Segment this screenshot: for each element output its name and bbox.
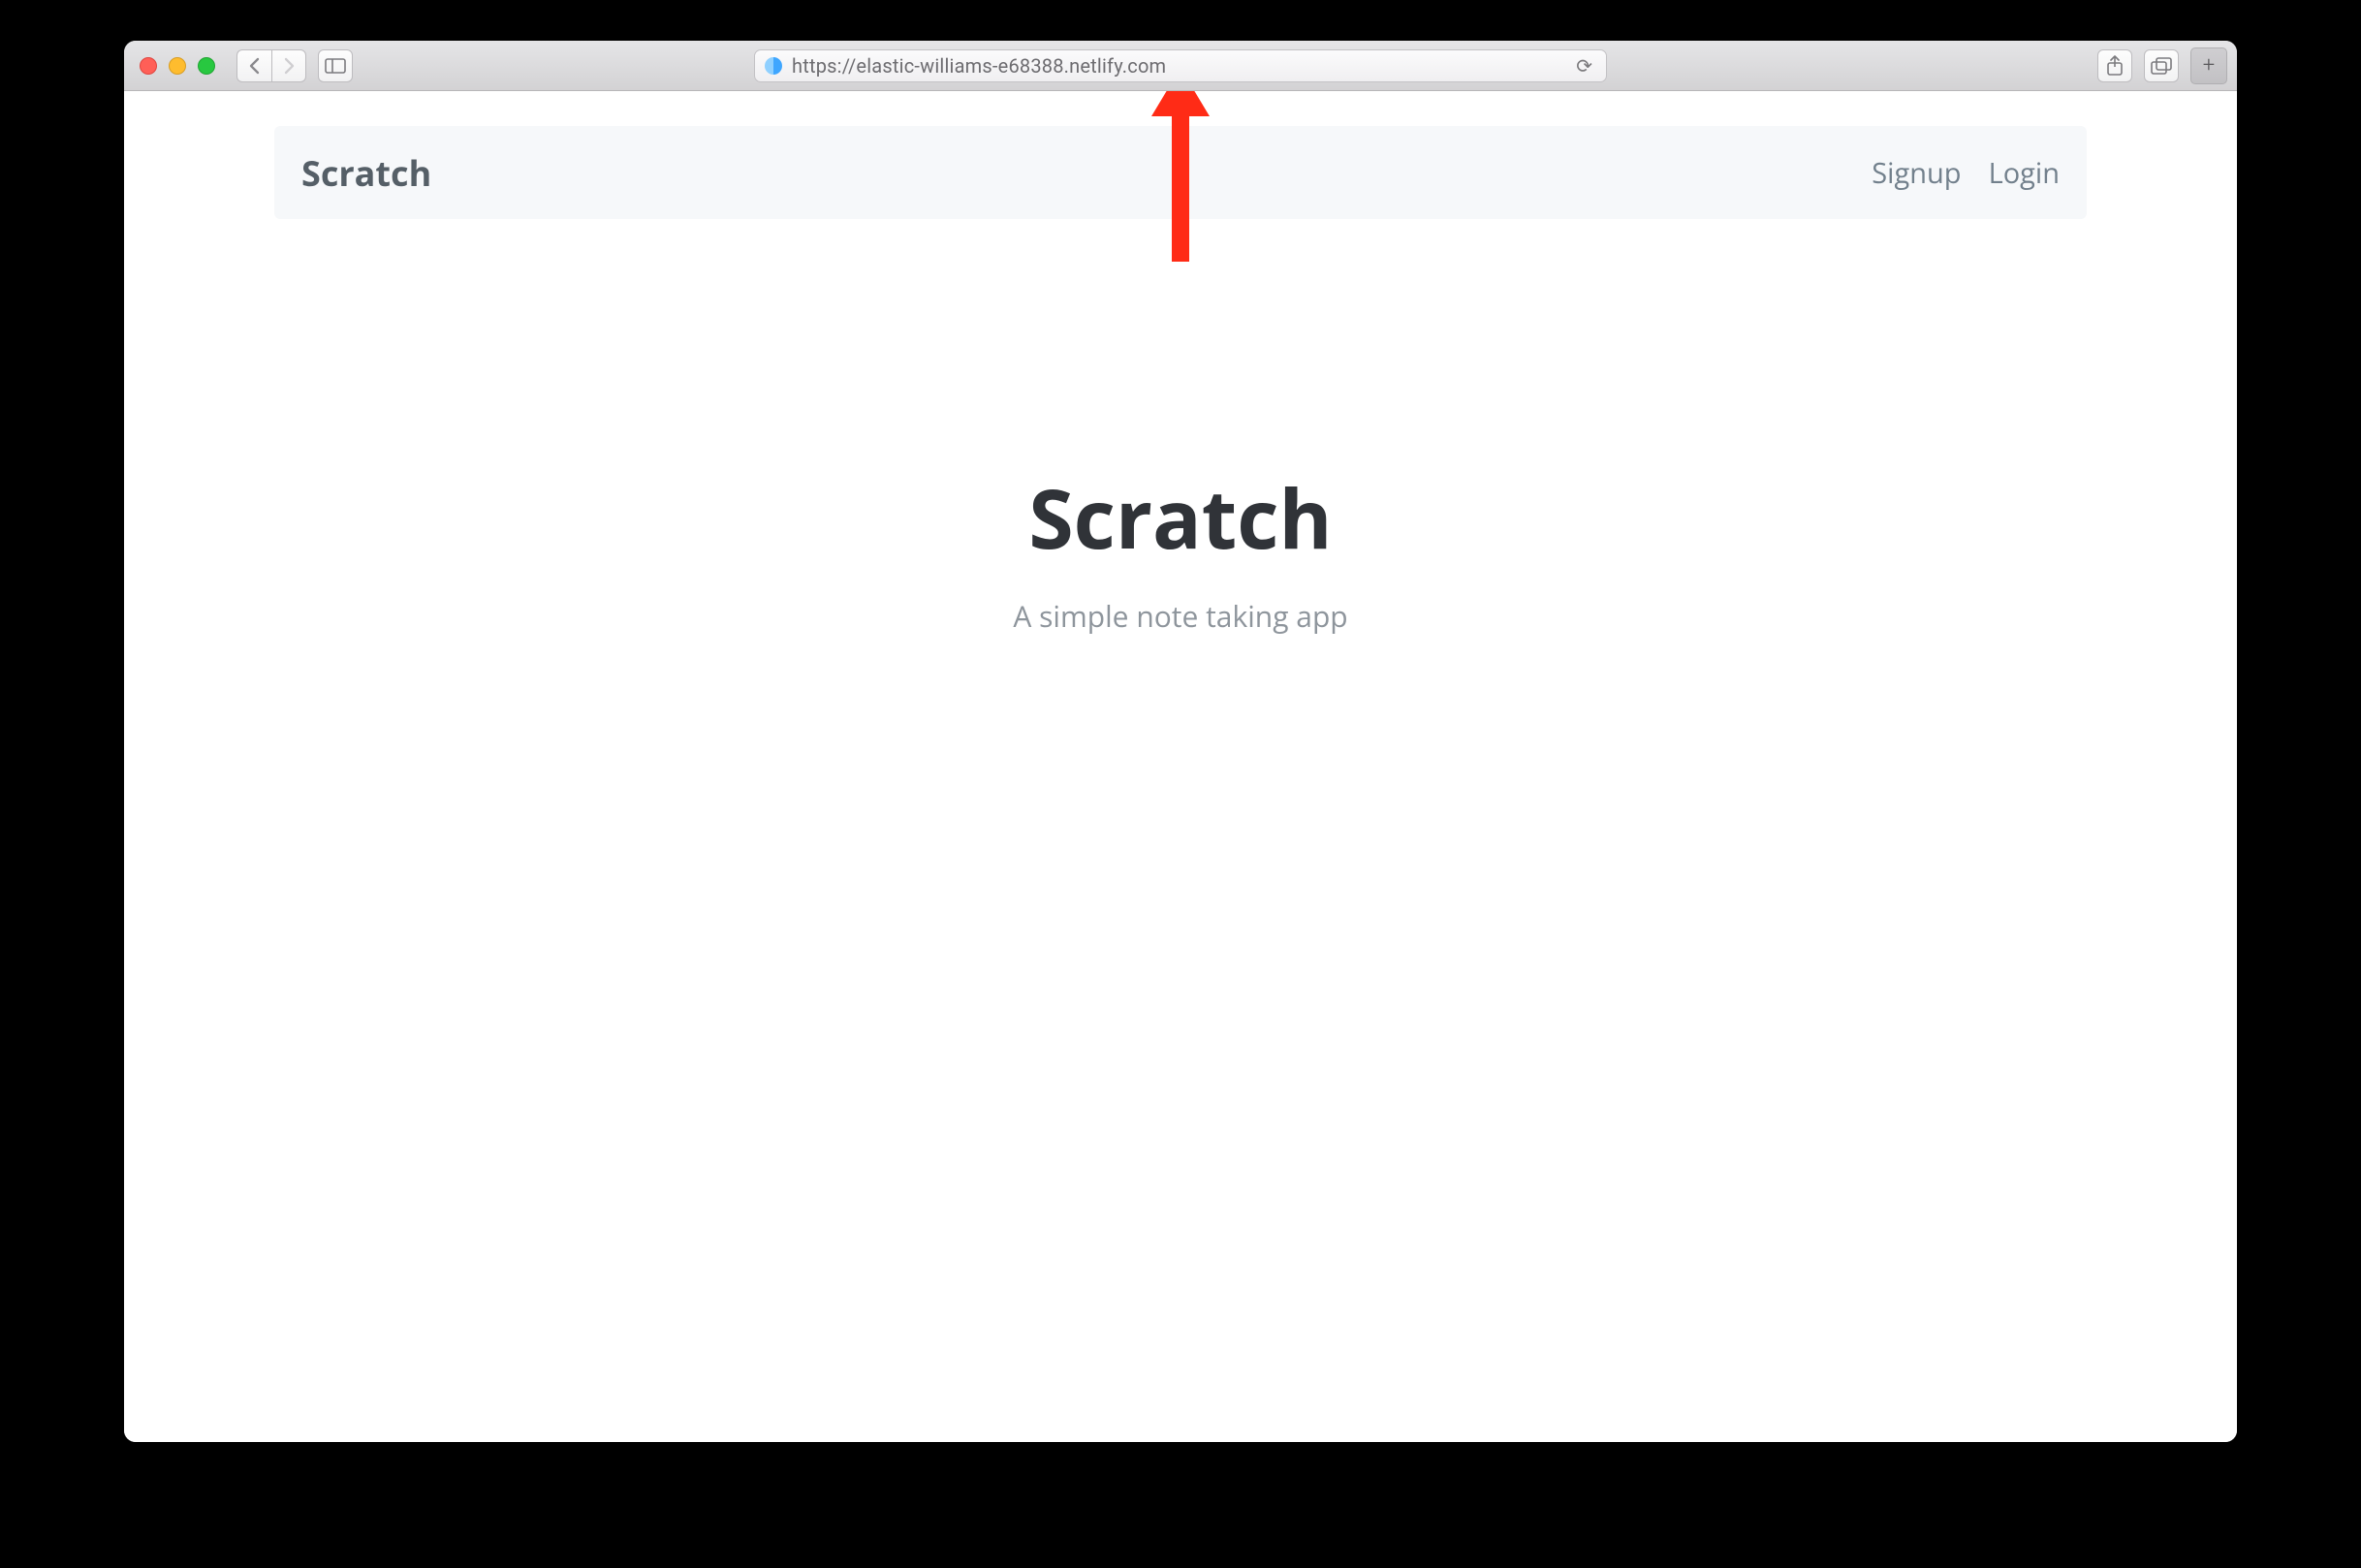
forward-button[interactable] <box>271 49 306 82</box>
brand-logo[interactable]: Scratch <box>301 149 431 197</box>
plus-icon: + <box>2203 53 2215 78</box>
nav-buttons-group <box>236 49 306 82</box>
toolbar-right-group: + <box>2097 47 2227 84</box>
hero-title: Scratch <box>274 461 2087 573</box>
nav-link-login[interactable]: Login <box>1989 154 2060 192</box>
window-controls <box>140 57 215 75</box>
address-bar[interactable]: https://elastic-williams-e68388.netlify.… <box>754 49 1607 82</box>
reload-button[interactable]: ⟳ <box>1576 54 1592 78</box>
app-navbar: Scratch Signup Login <box>274 126 2087 219</box>
share-icon <box>2106 55 2124 77</box>
browser-toolbar: https://elastic-williams-e68388.netlify.… <box>124 41 2237 91</box>
page-viewport: Scratch Signup Login Scratch A simple no… <box>124 91 2237 1442</box>
tabs-icon <box>2151 57 2172 75</box>
sidebar-icon <box>325 58 346 74</box>
tab-overview-button[interactable] <box>2144 49 2179 82</box>
sidebar-toggle-button[interactable] <box>318 49 353 82</box>
hero-section: Scratch A simple note taking app <box>274 461 2087 636</box>
nav-links: Signup Login <box>1872 154 2060 192</box>
hero-subtitle: A simple note taking app <box>274 596 2087 636</box>
back-button[interactable] <box>236 49 271 82</box>
new-tab-button[interactable]: + <box>2190 47 2227 84</box>
url-text: https://elastic-williams-e68388.netlify.… <box>792 54 1596 78</box>
window-minimize-button[interactable] <box>169 57 186 75</box>
safari-browser-window: https://elastic-williams-e68388.netlify.… <box>124 41 2237 1442</box>
share-button[interactable] <box>2097 49 2132 82</box>
site-globe-icon <box>765 57 782 75</box>
page-container: Scratch Signup Login Scratch A simple no… <box>274 91 2087 636</box>
window-zoom-button[interactable] <box>198 57 215 75</box>
window-close-button[interactable] <box>140 57 157 75</box>
nav-link-signup[interactable]: Signup <box>1872 154 1961 192</box>
